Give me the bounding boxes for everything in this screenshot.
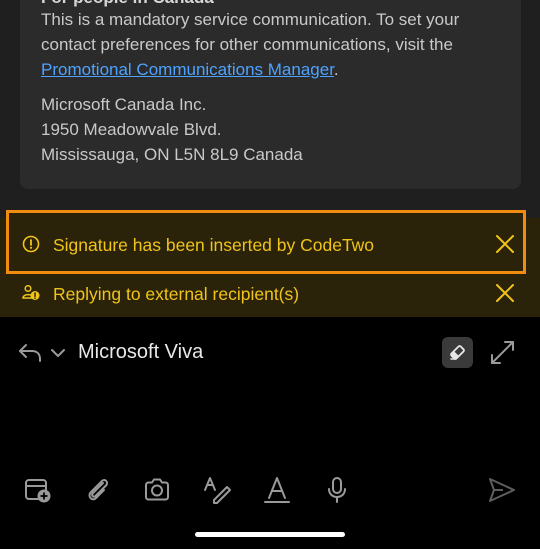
- external-recipients-text: Replying to external recipient(s): [53, 284, 300, 304]
- outlook-compose-screen: For people in Canada This is a mandatory…: [0, 0, 540, 549]
- draw-icon[interactable]: [262, 475, 292, 505]
- format-text-icon[interactable]: [202, 475, 232, 505]
- address-company: Microsoft Canada Inc.: [41, 95, 207, 114]
- calendar-add-icon[interactable]: [23, 475, 53, 505]
- mail-footer-heading: For people in Canada: [41, 0, 214, 8]
- expand-icon[interactable]: [489, 339, 516, 366]
- eraser-icon: [450, 345, 465, 360]
- attach-icon[interactable]: [83, 475, 113, 505]
- eraser-button[interactable]: [442, 337, 473, 368]
- external-recipients-notification: Replying to external recipient(s): [0, 273, 540, 313]
- info-icon: [22, 235, 40, 253]
- external-people-icon: [22, 284, 40, 300]
- close-icon[interactable]: [494, 282, 516, 304]
- promotional-communications-link[interactable]: Promotional Communications Manager: [41, 60, 334, 79]
- reply-icon[interactable]: [17, 342, 43, 364]
- address-city: Mississauga, ON L5N 8L9 Canada: [41, 145, 303, 164]
- chevron-down-icon[interactable]: [49, 345, 67, 361]
- recipient-name[interactable]: Microsoft Viva: [78, 341, 203, 364]
- link-suffix: .: [333, 60, 339, 79]
- mail-body: For people in Canada This is a mandatory…: [0, 0, 540, 218]
- home-indicator[interactable]: [195, 532, 345, 537]
- camera-icon[interactable]: [142, 475, 172, 505]
- mail-footer-line-1: This is a mandatory service communicatio…: [41, 10, 460, 29]
- mail-footer-line-3: Promotional Communications Manager.: [41, 60, 339, 80]
- mail-footer-line-2: contact preferences for other communicat…: [41, 35, 453, 54]
- send-icon[interactable]: [487, 475, 517, 505]
- signature-notification-text: Signature has been inserted by CodeTwo: [53, 235, 375, 255]
- signature-notification: Signature has been inserted by CodeTwo: [0, 224, 540, 264]
- address-street: 1950 Meadowvale Blvd.: [41, 120, 222, 139]
- close-icon[interactable]: [494, 233, 516, 255]
- microphone-icon[interactable]: [322, 475, 352, 505]
